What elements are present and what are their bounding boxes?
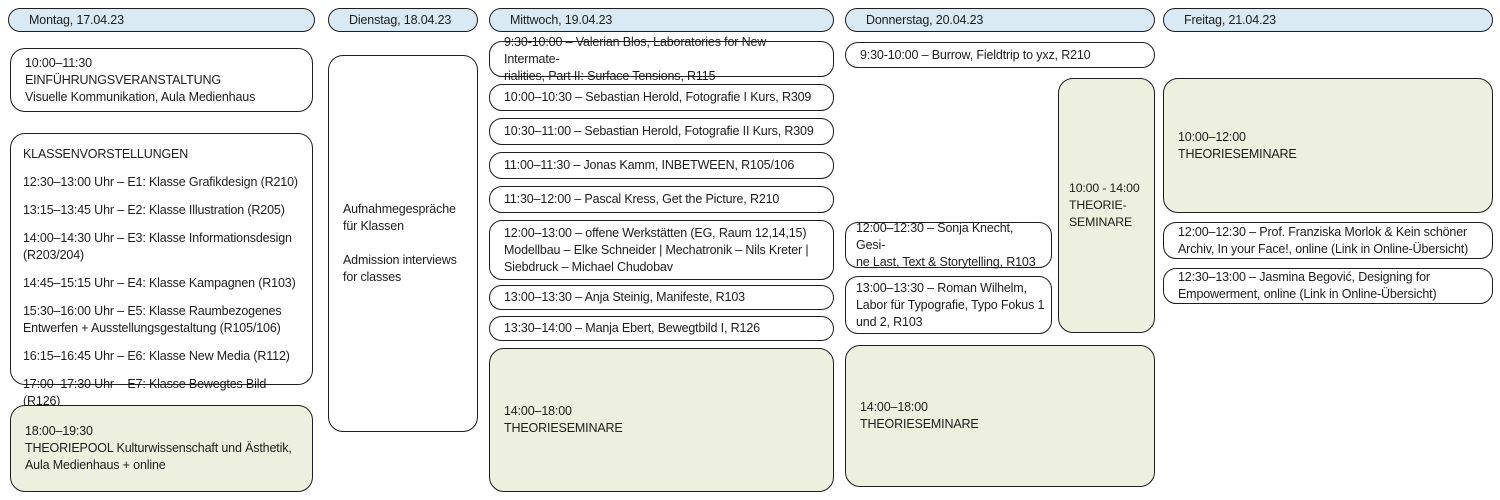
- day-header-monday: Montag, 17.04.23: [8, 8, 315, 32]
- class-presentation-item: 12:30–13:00 Uhr – E1: Klasse Grafikdesig…: [23, 174, 302, 191]
- event-text: 9:30-10:00 – Burrow, Fieldtrip to yxz, R…: [860, 47, 1090, 64]
- event-text: 12:00–12:30 – Sonja Knecht, Gesi- ne Las…: [856, 220, 1045, 271]
- event-text: 10:00 - 14:00 THEORIE- SEMINARE: [1069, 180, 1140, 230]
- event-text: 14:00–18:00 THEORIESEMINARE: [860, 399, 979, 433]
- class-presentation-item: 14:45–15:15 Uhr – E4: Klasse Kampagnen (…: [23, 275, 302, 292]
- day-header-thursday: Donnerstag, 20.04.23: [845, 8, 1155, 32]
- event-card-intro: 10:00–11:30 EINFÜHRUNGSVERANSTALTUNG Vis…: [10, 48, 313, 112]
- event-text: 18:00–19:30 THEORIEPOOL Kulturwissenscha…: [25, 423, 292, 474]
- event-card: 11:30–12:00 – Pascal Kress, Get the Pict…: [489, 186, 834, 213]
- weekly-schedule: Montag, 17.04.23 Dienstag, 18.04.23 Mitt…: [0, 0, 1500, 500]
- event-text: 12:00–12:30 – Prof. Franziska Morlok & K…: [1178, 224, 1468, 258]
- event-text: 12:30–13:00 – Jasmina Begović, Designing…: [1178, 269, 1437, 303]
- event-text: 12:00–13:00 – offene Werkstätten (EG, Ra…: [504, 225, 809, 276]
- event-card-class-presentations: KLASSENVORSTELLUNGEN 12:30–13:00 Uhr – E…: [10, 133, 313, 385]
- day-header-label: Dienstag, 18.04.23: [349, 12, 451, 29]
- event-text: Aufnahmegespräche für Klassen Admission …: [343, 201, 457, 286]
- event-card: 9:30-10:00 – Valerian Blos, Laboratories…: [489, 41, 834, 77]
- event-card: 10:00–10:30 – Sebastian Herold, Fotograf…: [489, 84, 834, 111]
- highlight-card-theorieseminare: 10:00–12:00 THEORIESEMINARE: [1163, 78, 1493, 213]
- highlight-card-theorieseminare-afternoon: 14:00–18:00 THEORIESEMINARE: [845, 345, 1155, 487]
- event-card: 12:00–13:00 – offene Werkstätten (EG, Ra…: [489, 220, 834, 280]
- event-card: 13:00–13:30 – Roman Wilhelm, Labor für T…: [845, 276, 1052, 334]
- event-text: 10:30–11:00 – Sebastian Herold, Fotograf…: [504, 123, 814, 140]
- event-text: 10:00–12:00 THEORIESEMINARE: [1178, 129, 1297, 163]
- highlight-card-theorieseminare: 14:00–18:00 THEORIESEMINARE: [489, 348, 834, 492]
- event-text: 9:30-10:00 – Valerian Blos, Laboratories…: [504, 34, 819, 85]
- class-presentation-item: 13:15–13:45 Uhr – E2: Klasse Illustratio…: [23, 202, 302, 219]
- highlight-card-theorieseminare-morning: 10:00 - 14:00 THEORIE- SEMINARE: [1058, 78, 1155, 333]
- day-header-label: Mittwoch, 19.04.23: [510, 12, 612, 29]
- class-presentation-item: 15:30–16:00 Uhr – E5: Klasse Raumbezogen…: [23, 303, 302, 337]
- event-card: 10:30–11:00 – Sebastian Herold, Fotograf…: [489, 118, 834, 145]
- event-card: 11:00–11:30 – Jonas Kamm, INBETWEEN, R10…: [489, 152, 834, 179]
- event-text: 11:30–12:00 – Pascal Kress, Get the Pict…: [504, 191, 779, 208]
- event-text: 13:00–13:30 – Roman Wilhelm, Labor für T…: [856, 280, 1044, 331]
- highlight-card-theoriepool: 18:00–19:30 THEORIEPOOL Kulturwissenscha…: [10, 405, 313, 492]
- event-card-admission-interviews: Aufnahmegespräche für Klassen Admission …: [328, 55, 478, 432]
- event-card: 13:00–13:30 – Anja Steinig, Manifeste, R…: [489, 285, 834, 310]
- class-presentation-item: 14:00–14:30 Uhr – E3: Klasse Information…: [23, 230, 302, 264]
- day-header-label: Freitag, 21.04.23: [1184, 12, 1276, 29]
- event-text: 13:00–13:30 – Anja Steinig, Manifeste, R…: [504, 289, 745, 306]
- event-card-fieldtrip: 9:30-10:00 – Burrow, Fieldtrip to yxz, R…: [845, 42, 1155, 68]
- event-card: 12:00–12:30 – Prof. Franziska Morlok & K…: [1163, 222, 1493, 259]
- event-card: 12:00–12:30 – Sonja Knecht, Gesi- ne Las…: [845, 222, 1052, 268]
- class-presentation-item: 16:15–16:45 Uhr – E6: Klasse New Media (…: [23, 348, 302, 365]
- event-text: 11:00–11:30 – Jonas Kamm, INBETWEEN, R10…: [504, 157, 794, 174]
- day-header-friday: Freitag, 21.04.23: [1163, 8, 1493, 32]
- day-header-label: Montag, 17.04.23: [29, 12, 124, 29]
- event-card: 13:30–14:00 – Manja Ebert, Bewegtbild I,…: [489, 316, 834, 341]
- event-text: 13:30–14:00 – Manja Ebert, Bewegtbild I,…: [504, 320, 760, 337]
- day-header-label: Donnerstag, 20.04.23: [866, 12, 983, 29]
- day-header-wednesday: Mittwoch, 19.04.23: [489, 8, 834, 32]
- event-text: 14:00–18:00 THEORIESEMINARE: [504, 403, 623, 437]
- day-header-tuesday: Dienstag, 18.04.23: [328, 8, 478, 32]
- event-card: 12:30–13:00 – Jasmina Begović, Designing…: [1163, 268, 1493, 304]
- event-text: 10:00–10:30 – Sebastian Herold, Fotograf…: [504, 89, 811, 106]
- event-text: 10:00–11:30 EINFÜHRUNGSVERANSTALTUNG Vis…: [25, 55, 255, 106]
- event-title: KLASSENVORSTELLUNGEN: [23, 146, 302, 163]
